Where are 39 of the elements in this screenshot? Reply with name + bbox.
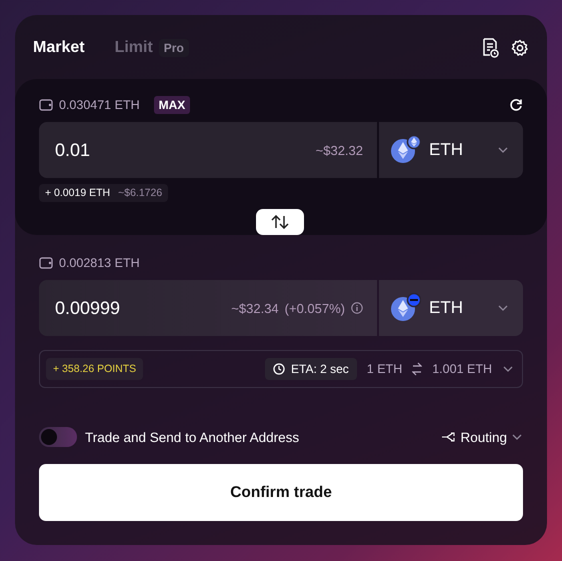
ethereum-icon bbox=[391, 135, 421, 165]
points-tag: + 358.26 POINTS bbox=[46, 358, 144, 380]
swap-arrows-icon bbox=[270, 215, 290, 229]
tab[interactable]: Limit Pro bbox=[114, 39, 189, 57]
info-icon[interactable] bbox=[351, 302, 363, 314]
rate-from: 1 ETH bbox=[366, 362, 402, 376]
token-selector[interactable]: ETH bbox=[379, 122, 523, 178]
swap-direction-button[interactable] bbox=[256, 209, 304, 235]
usd-value: ~$32.34 bbox=[231, 300, 279, 316]
rate-to: 1.001 ETH bbox=[432, 362, 492, 376]
ethereum-icon bbox=[391, 293, 421, 323]
amount-value: 0.01 bbox=[55, 140, 92, 160]
routing-icon bbox=[442, 432, 456, 442]
bonus-amount: + 0.0019 ETH bbox=[45, 187, 110, 199]
balance-text: 0.030471 ETH bbox=[59, 98, 140, 112]
tab[interactable]: Market bbox=[33, 39, 85, 57]
routing-dropdown[interactable]: Routing bbox=[442, 430, 523, 444]
send-toggle[interactable] bbox=[39, 427, 77, 447]
wallet-icon bbox=[39, 257, 53, 269]
document-clock-icon[interactable] bbox=[481, 38, 499, 58]
eta-text: ETA: 2 sec bbox=[291, 362, 349, 376]
balance-text: 0.002813 ETH bbox=[59, 256, 140, 270]
refresh-icon[interactable] bbox=[509, 98, 523, 112]
pro-badge: Pro bbox=[158, 39, 189, 57]
max-button[interactable]: MAX bbox=[154, 96, 190, 114]
trade-details-bar[interactable]: + 358.26 POINTS ETA: 2 sec 1 ETH 1.001 ETH bbox=[39, 350, 523, 388]
bonus-usd: ~$6.1726 bbox=[118, 187, 162, 199]
confirm-button[interactable]: Confirm trade bbox=[39, 464, 523, 521]
price-change: (+0.057%) bbox=[284, 300, 345, 316]
clock-icon bbox=[273, 363, 285, 375]
toggle-label: Trade and Send to Another Address bbox=[85, 430, 300, 444]
token-selector[interactable]: ETH bbox=[379, 280, 523, 336]
amount-field[interactable]: 0.01 ~$32.32 bbox=[39, 122, 377, 178]
wallet-icon bbox=[39, 99, 53, 111]
settings-icon[interactable] bbox=[511, 39, 529, 57]
usd-value: ~$32.32 bbox=[316, 142, 363, 158]
amount-value: 0.00999 bbox=[55, 298, 122, 318]
amount-field[interactable]: 0.00999 ~$32.34 (+0.057%) bbox=[39, 280, 377, 336]
exchange-arrows-icon bbox=[412, 362, 422, 376]
